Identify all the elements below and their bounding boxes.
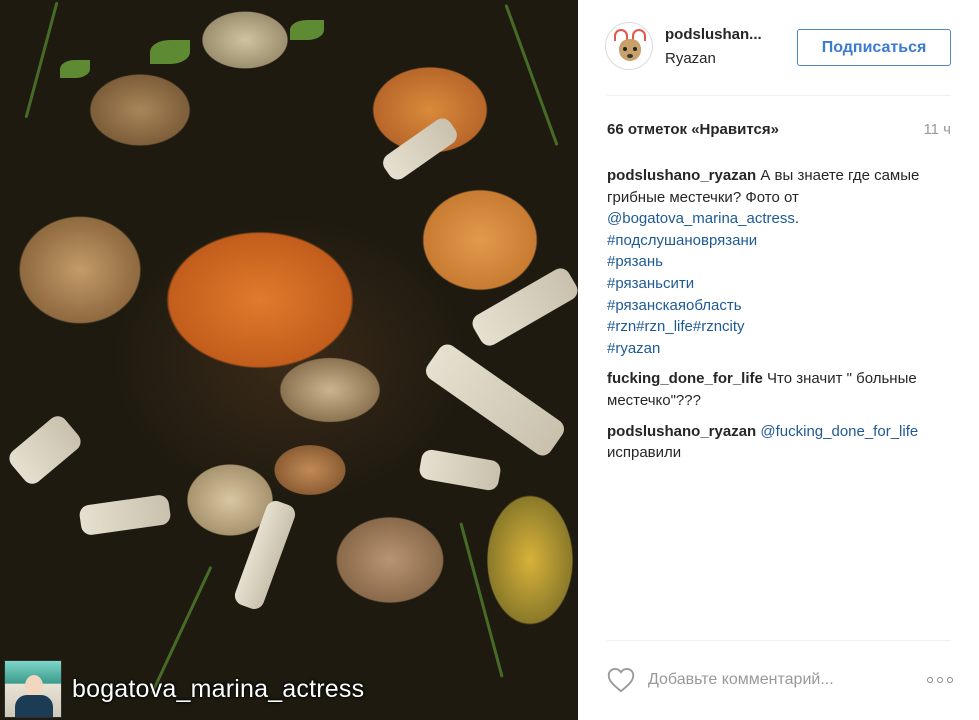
mushroom-stem	[379, 114, 461, 184]
more-options-icon[interactable]	[927, 677, 953, 683]
divider	[607, 95, 951, 96]
credit-avatar	[4, 660, 62, 718]
add-comment-row	[607, 662, 953, 698]
grass-blade	[504, 4, 559, 146]
mushroom-stem	[468, 264, 578, 350]
comment-username[interactable]: fucking_done_for_life	[607, 370, 763, 387]
credit-username: bogatova_marina_actress	[72, 674, 365, 703]
hashtag-link[interactable]: #рязаньсити	[607, 275, 694, 292]
mushroom-stem	[418, 448, 502, 492]
hashtag-link[interactable]: #rzn#rzn_life#rzncity	[607, 318, 745, 335]
comment: fucking_done_for_life Что значит " больн…	[607, 368, 953, 411]
post-panel: podslushan... Ryazan Подписаться 66 отме…	[578, 0, 979, 720]
leaf	[290, 20, 324, 40]
post-location[interactable]: Ryazan	[665, 50, 716, 67]
post-time[interactable]: 11 ч	[923, 121, 951, 138]
mention-link[interactable]: @fucking_done_for_life	[760, 423, 918, 440]
mushroom-stem	[232, 498, 298, 612]
hashtag-link[interactable]: #рязанскаяобласть	[607, 297, 742, 314]
likes-count[interactable]: 66 отметок «Нравится»	[607, 121, 779, 138]
leaf	[60, 60, 90, 78]
follow-button[interactable]: Подписаться	[797, 29, 951, 66]
grass-blade	[24, 1, 59, 119]
hashtag-link[interactable]: #ryazan	[607, 340, 660, 357]
author-username[interactable]: podslushan...	[665, 26, 762, 43]
comment-username[interactable]: podslushano_ryazan	[607, 423, 756, 440]
add-comment-input[interactable]	[648, 671, 888, 689]
comment-username[interactable]: podslushano_ryazan	[607, 167, 756, 184]
post-header: podslushan... Ryazan Подписаться	[578, 0, 979, 95]
comment: podslushano_ryazan @fucking_done_for_lif…	[607, 421, 953, 464]
mushroom-stem	[78, 493, 172, 537]
comment: podslushano_ryazan А вы знаете где самые…	[607, 165, 953, 359]
divider	[607, 640, 951, 641]
comments-list: podslushano_ryazan А вы знаете где самые…	[607, 165, 953, 473]
mention-link[interactable]: @bogatova_marina_actress	[607, 210, 795, 227]
photo-credit: bogatova_marina_actress	[0, 658, 578, 720]
mushroom-stem	[5, 412, 85, 488]
leaf	[150, 40, 190, 64]
comment-text: .	[794, 210, 800, 228]
author-avatar[interactable]	[605, 22, 653, 70]
post-photo[interactable]: bogatova_marina_actress	[0, 0, 578, 720]
hashtag-link[interactable]: #рязань	[607, 253, 663, 270]
grass-blade	[459, 522, 504, 678]
heart-icon[interactable]	[607, 667, 635, 693]
mushroom-stem	[422, 340, 568, 460]
hashtag-link[interactable]: #подслушановрязани	[607, 232, 757, 249]
comment-text: исправили	[607, 444, 682, 462]
